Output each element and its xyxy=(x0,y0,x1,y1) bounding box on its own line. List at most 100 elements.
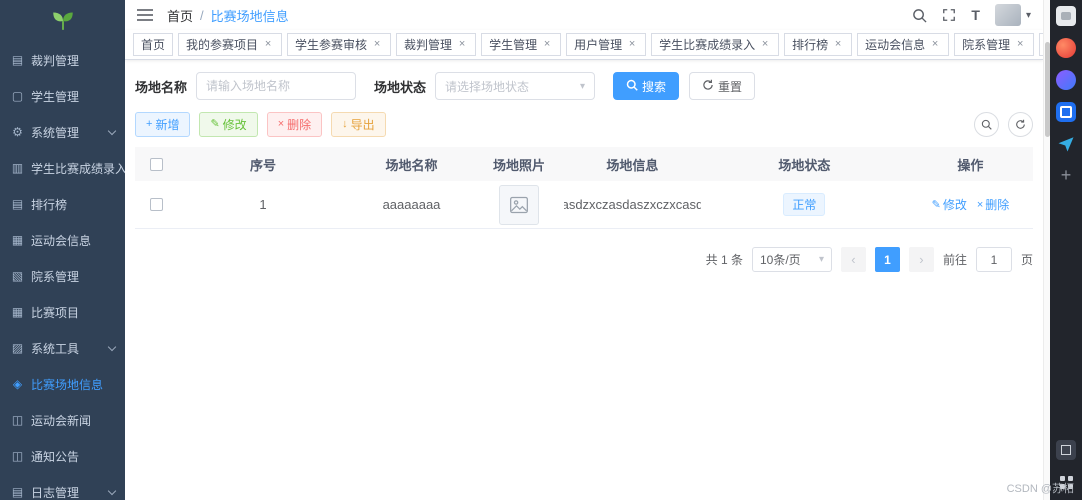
sidebar-item-label: 院系管理 xyxy=(31,269,80,284)
page-size-value: 10条/页 xyxy=(759,253,801,267)
sidebar-item-tools[interactable]: ▨ 系统工具 xyxy=(0,330,125,366)
sidebar-item-logs[interactable]: ▤ 日志管理 xyxy=(0,474,125,500)
score-entry-icon: ▥ xyxy=(11,161,24,175)
tab-referee[interactable]: 裁判管理 × xyxy=(396,33,477,56)
filter-form: 场地名称 场地状态 请选择场地状态 ▾ 搜索 重置 xyxy=(135,72,1033,100)
add-button[interactable]: + 新增 xyxy=(135,112,191,137)
search-icon xyxy=(626,79,638,94)
venue-photo-thumbnail[interactable] xyxy=(499,184,540,225)
edit-button-label: 修改 xyxy=(222,118,247,132)
close-icon[interactable]: × xyxy=(456,38,468,51)
tab-ranking[interactable]: 排行榜 × xyxy=(784,33,853,56)
avatar-image xyxy=(994,4,1021,26)
row-delete-link[interactable]: × 删除 xyxy=(977,196,1009,213)
tab-label: 学生管理 xyxy=(489,38,538,52)
sidebar-item-label: 学生管理 xyxy=(31,89,80,104)
sidebar-item-label: 比赛项目 xyxy=(31,305,80,320)
close-icon[interactable]: × xyxy=(541,38,553,51)
sidebar-item-sports-info[interactable]: ▦ 运动会信息 xyxy=(0,222,125,258)
search-icon[interactable] xyxy=(912,8,927,23)
goto-label: 前往 xyxy=(942,253,967,267)
add-button-label: 新增 xyxy=(155,118,180,132)
purple-app-icon[interactable] xyxy=(1056,70,1076,90)
tab-entry-review[interactable]: 学生参赛审核 × xyxy=(287,33,392,56)
prev-page-button[interactable]: ‹ xyxy=(840,247,866,272)
app-window-icon[interactable] xyxy=(1056,440,1076,460)
breadcrumb-home[interactable]: 首页 xyxy=(167,6,193,25)
next-page-button[interactable]: › xyxy=(908,247,934,272)
search-button[interactable]: 搜索 xyxy=(613,72,680,100)
tab-home[interactable]: 首页 xyxy=(133,33,174,56)
fullscreen-icon[interactable] xyxy=(942,8,956,22)
venue-status-select[interactable]: 请选择场地状态 ▾ xyxy=(435,72,596,100)
page-number-button[interactable]: 1 xyxy=(874,247,900,272)
red-app-icon[interactable] xyxy=(1056,38,1076,58)
goto-page-input[interactable] xyxy=(975,247,1012,272)
venue-name-input[interactable] xyxy=(196,72,357,100)
toggle-search-button[interactable] xyxy=(974,112,999,137)
delete-button-label: 删除 xyxy=(287,118,312,132)
hamburger-icon[interactable] xyxy=(137,8,153,22)
paper-plane-icon[interactable] xyxy=(1056,134,1076,154)
pagination: 共 1 条 10条/页 ▾ ‹ 1 › 前往 页 xyxy=(135,247,1033,272)
tab-departments[interactable]: 院系管理 × xyxy=(954,33,1035,56)
page-size-select[interactable]: 10条/页 ▾ xyxy=(751,247,832,272)
add-extension-icon[interactable]: + xyxy=(1061,166,1072,184)
tabs-bar: 首页 我的参赛项目 × 学生参赛审核 × 裁判管理 × 学生管理 × 用户管理 × 学生比… xyxy=(125,30,1043,60)
row-checkbox[interactable] xyxy=(149,198,163,211)
breadcrumb: 首页 / 比赛场地信息 xyxy=(167,6,289,25)
sidebar-item-label: 运动会新闻 xyxy=(31,413,92,428)
sidebar-item-referee[interactable]: ▤ 裁判管理 xyxy=(0,42,125,78)
scrollbar-thumb[interactable] xyxy=(1045,42,1050,137)
tab-students[interactable]: 学生管理 × xyxy=(481,33,562,56)
profile-icon[interactable] xyxy=(1056,6,1076,26)
vertical-scrollbar[interactable] xyxy=(1043,0,1050,500)
close-icon[interactable]: × xyxy=(371,38,383,51)
sidebar-item-news[interactable]: ◫ 运动会新闻 xyxy=(0,402,125,438)
tab-users[interactable]: 用户管理 × xyxy=(566,33,647,56)
sidebar-item-ranking[interactable]: ▤ 排行榜 xyxy=(0,186,125,222)
sidebar-item-system[interactable]: ⚙ 系统管理 xyxy=(0,114,125,150)
tab-my-projects[interactable]: 我的参赛项目 × xyxy=(178,33,283,56)
sidebar-item-notices[interactable]: ◫ 通知公告 xyxy=(0,438,125,474)
sidebar-item-departments[interactable]: ▧ 院系管理 xyxy=(0,258,125,294)
goto-suffix: 页 xyxy=(1020,253,1033,267)
refresh-table-button[interactable] xyxy=(1008,112,1033,137)
sidebar-menu: ▤ 裁判管理 ▢ 学生管理 ⚙ 系统管理 ▥ 学生比赛成绩录入 ▤ 排行榜 ▦ 运动会信息 … xyxy=(0,42,125,500)
row-edit-link[interactable]: ✎ 修改 xyxy=(932,196,967,213)
sidebar-item-venues[interactable]: ◈ 比赛场地信息 xyxy=(0,366,125,402)
student-icon: ▢ xyxy=(11,89,24,103)
close-icon[interactable]: × xyxy=(262,38,274,51)
delete-button[interactable]: × 删除 xyxy=(266,112,323,137)
tab-sports-info[interactable]: 运动会信息 × xyxy=(857,33,950,56)
export-button[interactable]: ↓ 导出 xyxy=(331,112,386,137)
close-icon[interactable]: × xyxy=(1014,38,1026,51)
tab-score-entry[interactable]: 学生比赛成绩录入 × xyxy=(651,33,780,56)
search-button-label: 搜索 xyxy=(642,79,667,94)
avatar[interactable]: ▾ xyxy=(994,4,1031,26)
notice-icon: ◫ xyxy=(11,449,24,463)
sidebar-item-events[interactable]: ▦ 比赛项目 xyxy=(0,294,125,330)
edit-button[interactable]: ✎ 修改 xyxy=(199,112,258,137)
column-header-name: 场地名称 xyxy=(385,157,438,173)
reset-button[interactable]: 重置 xyxy=(689,72,756,100)
sidebar: ▤ 裁判管理 ▢ 学生管理 ⚙ 系统管理 ▥ 学生比赛成绩录入 ▤ 排行榜 ▦ 运动会信息 … xyxy=(0,0,125,500)
close-icon[interactable]: × xyxy=(759,38,771,51)
font-size-icon[interactable]: T xyxy=(971,7,980,23)
refresh-icon xyxy=(702,79,714,94)
venue-status-label: 场地状态 xyxy=(374,79,427,95)
close-icon[interactable]: × xyxy=(929,38,941,51)
close-icon[interactable]: × xyxy=(626,38,638,51)
breadcrumb-current: 比赛场地信息 xyxy=(210,8,289,24)
logo[interactable] xyxy=(0,0,125,42)
sidebar-item-label: 学生比赛成绩录入 xyxy=(31,161,125,176)
total-count: 共 1 条 xyxy=(705,253,743,267)
browser-sidebar: + xyxy=(1050,0,1082,500)
blue-app-icon[interactable] xyxy=(1056,102,1076,122)
app-window: ▤ 裁判管理 ▢ 学生管理 ⚙ 系统管理 ▥ 学生比赛成绩录入 ▤ 排行榜 ▦ 运动会信息 … xyxy=(0,0,1082,500)
close-icon[interactable]: × xyxy=(832,38,844,51)
sidebar-item-score-entry[interactable]: ▥ 学生比赛成绩录入 xyxy=(0,150,125,186)
sidebar-item-label: 系统管理 xyxy=(31,125,80,140)
sidebar-item-students[interactable]: ▢ 学生管理 xyxy=(0,78,125,114)
select-all-checkbox[interactable] xyxy=(149,157,163,171)
